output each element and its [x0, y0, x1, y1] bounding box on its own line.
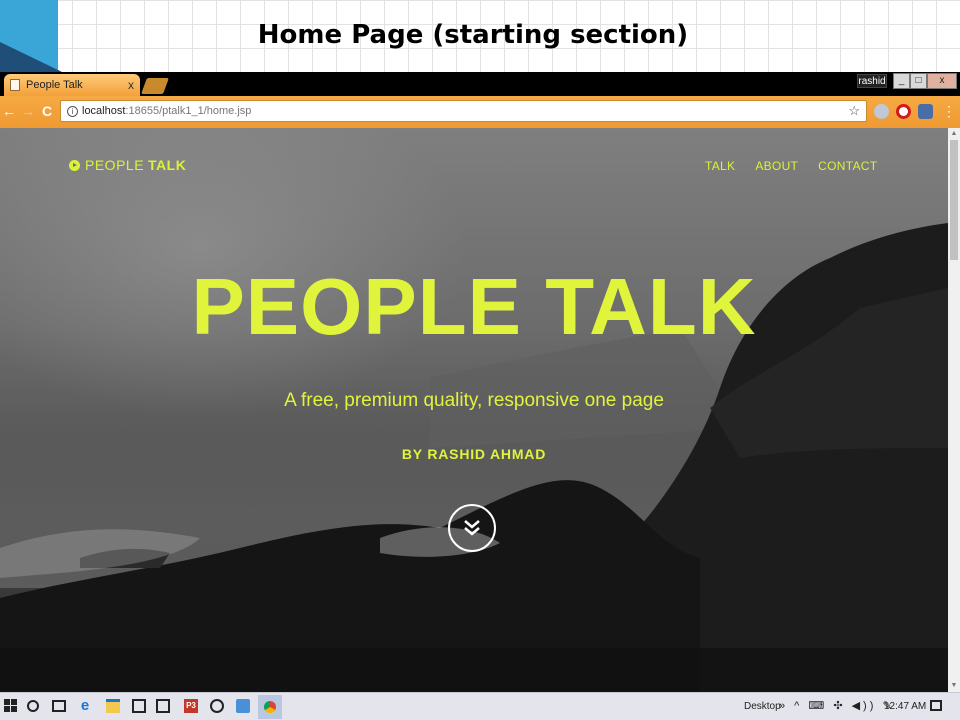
page-viewport: PEOPLE TALK TALK ABOUT CONTACT PEOPLE TA… — [0, 128, 948, 692]
shield-icon[interactable] — [918, 104, 933, 119]
site-brand[interactable]: PEOPLE TALK — [69, 157, 186, 173]
site-navbar: PEOPLE TALK TALK ABOUT CONTACT — [0, 128, 948, 188]
url-path: :18655/ptalk1_1/home.jsp — [125, 105, 252, 117]
brand-text-people: PEOPLE — [85, 157, 145, 173]
tab-people-talk[interactable]: People Talk x — [4, 74, 140, 96]
site-nav-links: TALK ABOUT CONTACT — [705, 159, 877, 173]
hero-subtitle: A free, premium quality, responsive one … — [284, 390, 664, 411]
reload-icon[interactable]: C — [39, 103, 55, 119]
system-tray-icons[interactable]: » ^ ⌨ ✣ ◀)) ✎ — [779, 699, 895, 712]
page-scrollbar[interactable]: ▲ ▼ — [948, 128, 960, 692]
double-chevron-down-icon — [464, 520, 480, 536]
new-tab-button[interactable] — [141, 78, 169, 94]
nav-link-talk[interactable]: TALK — [705, 159, 735, 173]
taskbar: e P3 Desktop » ^ ⌨ ✣ ◀)) ✎ 12:47 AM — [0, 692, 960, 720]
page-icon — [10, 79, 20, 91]
cube-app-icon[interactable] — [236, 699, 250, 713]
clock[interactable]: 12:47 AM — [884, 701, 926, 712]
task-view-icon[interactable] — [52, 700, 66, 712]
hero-byline: BY RASHID AHMAD — [401, 446, 547, 462]
chrome-icon[interactable] — [258, 695, 282, 719]
tab-title: People Talk — [26, 79, 83, 91]
window-close-button[interactable]: x — [927, 73, 957, 89]
store-icon[interactable] — [132, 699, 146, 713]
address-bar[interactable]: i localhost :18655/ptalk1_1/home.jsp ☆ — [60, 100, 867, 122]
notification-icon[interactable] — [930, 700, 942, 711]
close-icon[interactable]: x — [128, 78, 134, 92]
menu-icon[interactable]: ⋮ — [942, 103, 956, 119]
scroll-up-arrow-icon[interactable]: ▲ — [950, 130, 958, 138]
powerpoint-icon[interactable]: P3 — [184, 699, 198, 713]
brand-text-talk: TALK — [148, 157, 187, 173]
info-icon[interactable]: i — [67, 105, 78, 117]
file-explorer-icon[interactable] — [106, 699, 120, 713]
url-host: localhost — [82, 105, 126, 117]
scroll-thumb[interactable] — [950, 140, 958, 260]
browser-toolbar: ← → C i localhost :18655/ptalk1_1/home.j… — [0, 96, 960, 128]
desktop-toolbar-label[interactable]: Desktop — [744, 701, 781, 712]
scroll-down-button[interactable] — [448, 504, 496, 552]
extension-icon[interactable] — [874, 104, 889, 119]
tab-bar: People Talk x rashid _ □ x — [0, 72, 960, 96]
bookmark-star-icon[interactable]: ☆ — [848, 103, 860, 119]
opera-icon[interactable] — [896, 104, 911, 119]
slide-title: Home Page (starting section) — [257, 20, 689, 50]
app-icon[interactable] — [210, 699, 224, 713]
hero-title: PEOPLE TALK — [191, 262, 757, 351]
slide-header: Home Page (starting section) — [0, 0, 960, 72]
search-icon[interactable] — [27, 700, 39, 712]
mail-icon[interactable] — [156, 699, 170, 713]
nav-link-contact[interactable]: CONTACT — [818, 159, 877, 173]
nav-link-about[interactable]: ABOUT — [755, 159, 798, 173]
scroll-down-arrow-icon[interactable]: ▼ — [950, 682, 958, 690]
minimize-button[interactable]: _ — [893, 73, 910, 89]
edge-icon[interactable]: e — [78, 698, 92, 713]
forward-icon[interactable]: → — [20, 103, 36, 119]
back-icon[interactable]: ← — [1, 103, 17, 119]
profile-button[interactable]: rashid — [857, 74, 887, 88]
windows-start-icon[interactable] — [4, 699, 18, 713]
maximize-button[interactable]: □ — [910, 73, 927, 89]
play-circle-icon — [69, 159, 80, 171]
